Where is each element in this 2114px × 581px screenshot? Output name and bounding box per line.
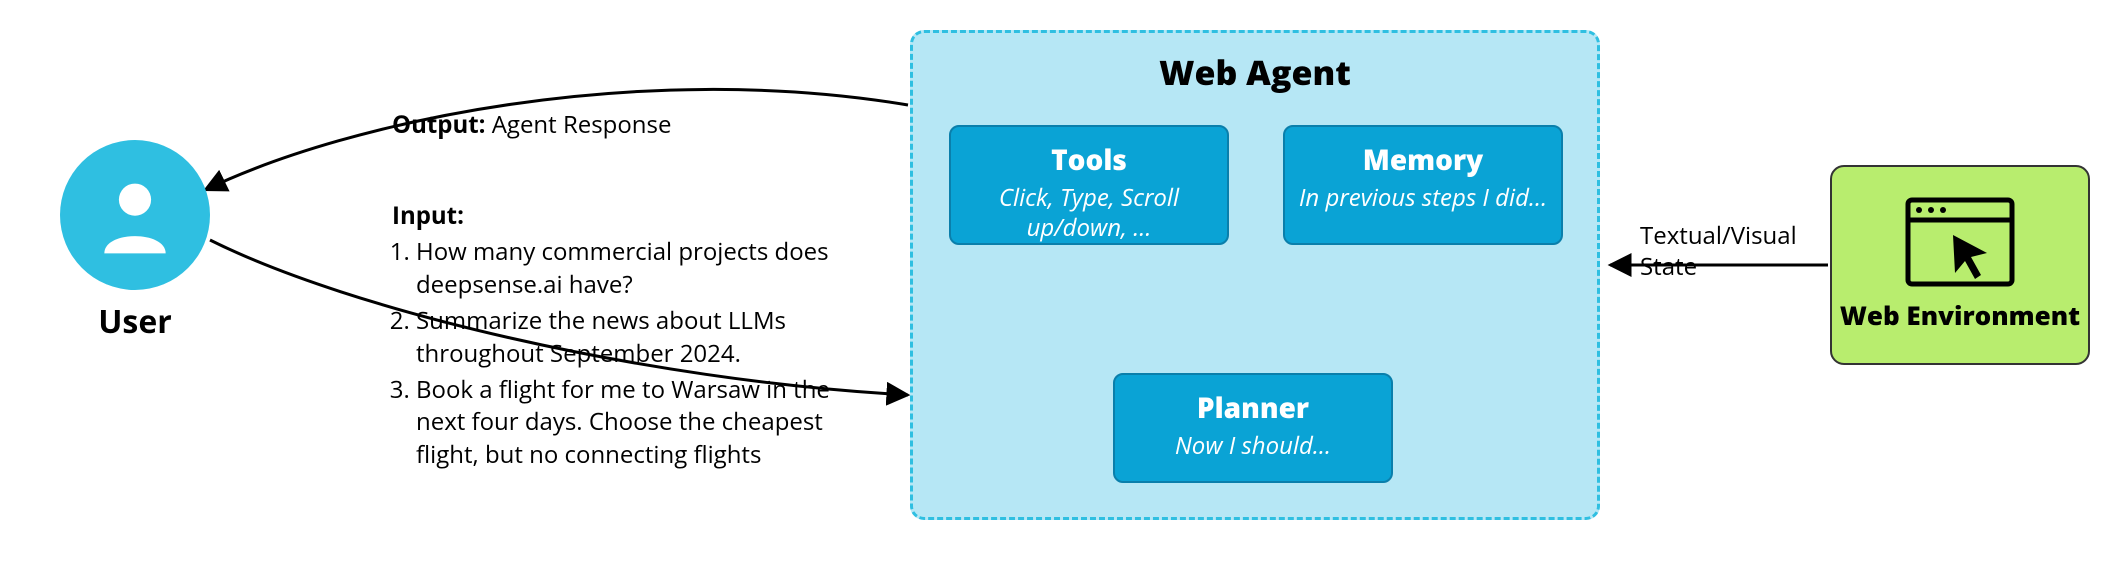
module-planner-title: Planner xyxy=(1125,389,1381,427)
module-tools-desc: Click, Type, Scroll up/down, … xyxy=(961,183,1217,243)
module-tools-title: Tools xyxy=(961,141,1217,179)
output-label-bold: Output: xyxy=(392,108,486,141)
web-agent-box: Web Agent Tools Click, Type, Scroll up/d… xyxy=(910,30,1600,520)
browser-window-icon xyxy=(1905,197,2015,287)
module-memory-desc: In previous steps I did… xyxy=(1295,183,1551,213)
user-label: User xyxy=(60,300,210,343)
user-icon xyxy=(89,169,181,261)
user-avatar xyxy=(60,140,210,290)
input-item: How many commercial projects does deepse… xyxy=(416,236,842,301)
web-env-box: Web Environment xyxy=(1830,165,2090,365)
web-env-label: Web Environment xyxy=(1840,297,2080,333)
input-item: Book a flight for me to Warsaw in the ne… xyxy=(416,374,842,471)
output-label: Output: Agent Response xyxy=(392,108,671,141)
input-list: How many commercial projects does deepse… xyxy=(416,236,842,471)
output-label-text: Agent Response xyxy=(486,108,672,141)
module-tools: Tools Click, Type, Scroll up/down, … xyxy=(949,125,1229,245)
state-label: Textual/Visual State xyxy=(1640,220,1830,282)
module-planner: Planner Now I should… xyxy=(1113,373,1393,483)
input-block: Input: How many commercial projects does… xyxy=(392,200,842,475)
module-planner-desc: Now I should… xyxy=(1125,431,1381,461)
module-memory: Memory In previous steps I did… xyxy=(1283,125,1563,245)
input-label-bold: Input: xyxy=(392,200,842,232)
web-agent-title: Web Agent xyxy=(1159,49,1351,95)
module-memory-title: Memory xyxy=(1295,141,1551,179)
input-item: Summarize the news about LLMs throughout… xyxy=(416,305,842,370)
